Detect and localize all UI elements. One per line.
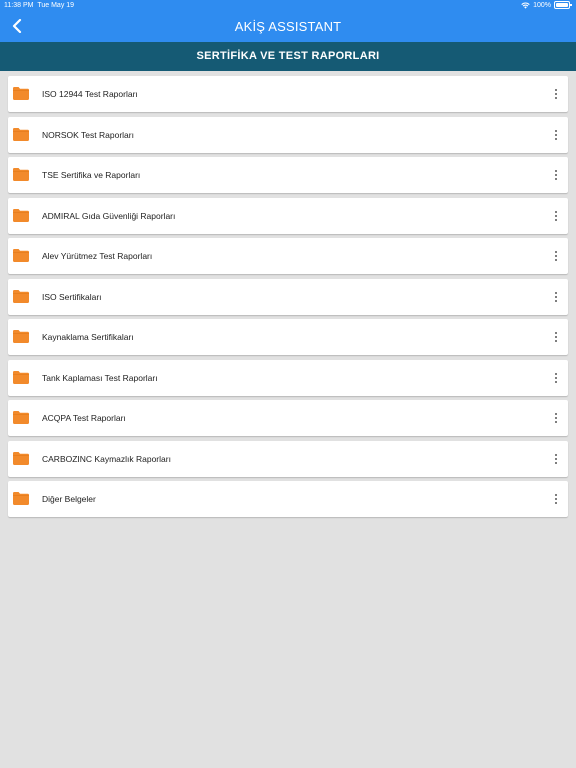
folder-label: CARBOZINC Kaymazlık Raporları (42, 453, 171, 464)
dot (555, 421, 557, 423)
folder-label: Tank Kaplaması Test Raporları (42, 372, 158, 383)
folder-icon (13, 249, 29, 262)
dot (555, 174, 557, 176)
folder-icon (13, 451, 29, 465)
folder-list-item[interactable]: Alev Yürütmez Test Raporları (8, 238, 568, 274)
folder-icon (13, 87, 29, 100)
folder-icon (13, 370, 29, 384)
dot (555, 251, 557, 253)
more-options-button[interactable] (550, 368, 562, 388)
folder-icon (13, 492, 29, 505)
dot (555, 502, 557, 504)
more-options-button[interactable] (550, 246, 562, 266)
folder-list-item[interactable]: ACQPA Test Raporları (8, 400, 568, 436)
dot (555, 380, 557, 383)
dot (555, 498, 557, 500)
dot (555, 97, 557, 99)
folder-icon (13, 168, 29, 181)
folder-label: TSE Sertifika ve Raporları (42, 170, 141, 180)
app-header: 11:38 PM Tue May 19 100% AKİŞ ASSISTANT (0, 0, 576, 42)
dot (555, 332, 557, 334)
battery-percent: 100% (533, 1, 551, 9)
dot (555, 372, 557, 375)
folder-list: ISO 12944 Test Raporları NORSOK Test Rap… (0, 71, 576, 517)
section-title: SERTİFİKA VE TEST RAPORLARI (0, 42, 576, 71)
dot (555, 129, 557, 132)
more-options-button[interactable] (550, 449, 562, 469)
battery-icon (554, 1, 572, 9)
status-right: 100% (521, 1, 572, 9)
dot (555, 259, 557, 261)
folder-list-item[interactable]: Tank Kaplaması Test Raporları (8, 359, 568, 396)
dot (555, 133, 557, 136)
folder-list-item[interactable]: CARBOZINC Kaymazlık Raporları (8, 440, 568, 477)
dot (555, 494, 557, 496)
folder-label: ISO Sertifikaları (42, 291, 102, 302)
status-bar: 11:38 PM Tue May 19 100% (0, 0, 576, 12)
dot (555, 93, 557, 95)
folder-label: ISO 12944 Test Raporları (42, 89, 138, 99)
more-options-button[interactable] (550, 408, 562, 428)
folder-label: Diğer Belgeler (42, 494, 96, 504)
folder-icon (13, 289, 29, 303)
dot (555, 299, 557, 302)
more-options-button[interactable] (550, 84, 562, 104)
more-options-button[interactable] (550, 327, 562, 347)
folder-label: NORSOK Test Raporları (42, 129, 134, 140)
dot (555, 457, 557, 460)
folder-list-item[interactable]: Kaynaklama Sertifikaları (8, 319, 568, 355)
dot (555, 178, 557, 180)
status-date: Tue May 19 (37, 2, 75, 9)
dot (555, 453, 557, 456)
more-options-button[interactable] (550, 489, 562, 509)
folder-label: Kaynaklama Sertifikaları (42, 332, 134, 342)
status-time: 11:38 PM (4, 2, 34, 9)
folder-label: Alev Yürütmez Test Raporları (42, 251, 153, 261)
folder-icon (13, 330, 29, 343)
dot (555, 255, 557, 257)
more-options-button[interactable] (550, 287, 562, 307)
folder-list-item[interactable]: Diğer Belgeler (8, 481, 568, 517)
dot (555, 336, 557, 338)
more-options-button[interactable] (550, 206, 562, 226)
folder-list-item[interactable]: ISO 12944 Test Raporları (8, 76, 568, 112)
dot (555, 170, 557, 172)
folder-list-item[interactable]: ADMIRAL Gıda Güvenliği Raporları (8, 197, 568, 234)
dot (555, 376, 557, 379)
dot (555, 417, 557, 419)
dot (555, 137, 557, 140)
dot (555, 210, 557, 213)
dot (555, 413, 557, 415)
more-options-button[interactable] (550, 165, 562, 185)
wifi-icon (521, 1, 530, 9)
status-time-date: 11:38 PM Tue May 19 (4, 2, 74, 9)
folder-icon (13, 208, 29, 222)
folder-icon (13, 411, 29, 424)
dot (555, 295, 557, 298)
folder-list-item[interactable]: ISO Sertifikaları (8, 278, 568, 315)
page-title: AKİŞ ASSISTANT (234, 19, 342, 34)
dot (555, 461, 557, 464)
dot (555, 214, 557, 217)
dot (555, 89, 557, 91)
more-options-button[interactable] (550, 125, 562, 145)
dot (555, 291, 557, 294)
folder-list-item[interactable]: NORSOK Test Raporları (8, 116, 568, 153)
folder-label: ADMIRAL Gıda Güvenliği Raporları (42, 210, 176, 221)
dot (555, 218, 557, 221)
folder-label: ACQPA Test Raporları (42, 413, 126, 423)
folder-list-item[interactable]: TSE Sertifika ve Raporları (8, 157, 568, 193)
folder-icon (13, 127, 29, 141)
dot (555, 340, 557, 342)
